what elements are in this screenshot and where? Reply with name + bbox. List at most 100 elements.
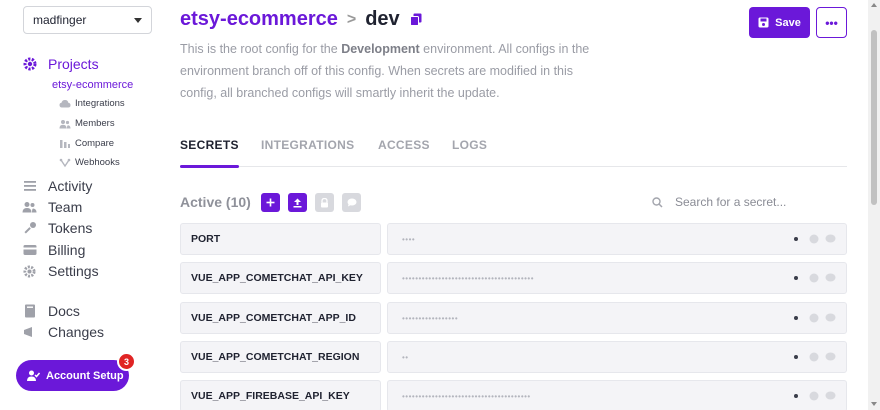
nav-item-docs[interactable]: Docs: [22, 303, 80, 319]
upload-secrets-button[interactable]: [288, 193, 307, 212]
nav-label: Team: [48, 199, 83, 215]
info-icon[interactable]: [809, 313, 819, 323]
nav-item-integrations[interactable]: Integrations: [59, 98, 125, 109]
comment-icon: [347, 198, 356, 207]
tab-access[interactable]: ACCESS: [378, 138, 430, 167]
secret-row: VUE_APP_FIREBASE_API_KEY •••••••••••••••…: [180, 380, 847, 410]
breadcrumb-separator: >: [346, 10, 357, 28]
status-dot: [794, 276, 798, 280]
users-icon: [59, 119, 71, 129]
lock-secrets-button[interactable]: [315, 193, 334, 212]
nav-item-webhooks[interactable]: Webhooks: [59, 157, 120, 168]
secret-value[interactable]: ••••: [387, 223, 847, 255]
info-icon[interactable]: [809, 352, 819, 362]
nav-label: Activity: [48, 178, 93, 194]
status-dot: [794, 316, 798, 320]
secret-key[interactable]: PORT: [180, 223, 381, 255]
lock-icon: [321, 197, 328, 207]
comment-icon[interactable]: [825, 313, 836, 323]
workspace-name: madfinger: [33, 13, 87, 27]
save-label: Save: [775, 16, 801, 29]
scroll-up-arrow-icon[interactable]: [871, 3, 877, 7]
secret-key[interactable]: VUE_APP_COMETCHAT_APP_ID: [180, 302, 381, 334]
workspace-select[interactable]: madfinger: [23, 6, 152, 34]
nav-label: Billing: [48, 242, 86, 258]
page-scrollbar[interactable]: [868, 0, 880, 410]
plus-icon: [266, 198, 275, 207]
tab-logs[interactable]: LOGS: [452, 138, 487, 167]
nav-item-billing[interactable]: Billing: [22, 242, 85, 258]
card-icon: [22, 243, 37, 258]
nav-item-members[interactable]: Members: [59, 118, 115, 129]
copy-icon[interactable]: [409, 13, 422, 26]
gear-icon: [22, 264, 37, 279]
nav-label: Projects: [48, 56, 99, 72]
nav-item-changes[interactable]: Changes: [22, 324, 104, 340]
nav-item-team[interactable]: Team: [22, 199, 82, 215]
cloud-icon: [59, 99, 71, 109]
sidebar: madfinger Projects etsy-ecommerce Integr…: [0, 0, 166, 410]
search-input[interactable]: Search for a secret...: [675, 195, 786, 209]
status-dot: [794, 394, 798, 398]
chevron-down-icon: [134, 17, 142, 23]
nav-item-projects[interactable]: Projects: [22, 56, 99, 72]
scroll-down-arrow-icon[interactable]: [871, 402, 877, 406]
tab-secrets[interactable]: SECRETS: [180, 138, 239, 168]
book-icon: [22, 304, 37, 319]
secret-key[interactable]: VUE_APP_FIREBASE_API_KEY: [180, 380, 381, 410]
comment-icon[interactable]: [825, 391, 836, 401]
description-text: This is the root config for the: [180, 42, 342, 56]
nav-label: Integrations: [75, 98, 125, 109]
more-options-button[interactable]: •••: [816, 7, 847, 38]
breadcrumb-project[interactable]: etsy-ecommerce: [180, 8, 338, 31]
key-icon: [22, 221, 37, 236]
secret-row: VUE_APP_COMETCHAT_REGION ••: [180, 341, 847, 373]
nav-label: Settings: [48, 263, 99, 279]
comment-icon[interactable]: [825, 234, 836, 244]
comment-icon[interactable]: [825, 352, 836, 362]
secret-value[interactable]: •••••••••••••••••: [387, 302, 847, 334]
secret-value[interactable]: •••••••••••••••••••••••••••••••••••••••: [387, 380, 847, 410]
nav-label: Webhooks: [75, 157, 120, 168]
comment-secrets-button[interactable]: [342, 193, 361, 212]
environment-name: Development: [341, 42, 420, 56]
notification-badge: 3: [117, 352, 136, 371]
secret-row: PORT ••••: [180, 223, 847, 255]
status-dot: [794, 355, 798, 359]
secret-value[interactable]: ••: [387, 341, 847, 373]
config-description: This is the root config for the Developm…: [180, 38, 600, 104]
nav-item-current-project[interactable]: etsy-ecommerce: [52, 79, 133, 91]
nav-item-settings[interactable]: Settings: [22, 263, 99, 279]
info-icon[interactable]: [809, 391, 819, 401]
secret-key[interactable]: VUE_APP_COMETCHAT_API_KEY: [180, 262, 381, 294]
scrollbar-thumb[interactable]: [871, 30, 877, 205]
nav-item-activity[interactable]: Activity: [22, 178, 92, 194]
gear-icon: [22, 57, 37, 72]
nav-label: Members: [75, 118, 115, 129]
save-button[interactable]: Save: [749, 7, 810, 38]
add-secret-button[interactable]: [261, 193, 280, 212]
breadcrumb-environment: dev: [365, 8, 400, 30]
breadcrumb: etsy-ecommerce > dev: [180, 8, 422, 31]
nav-item-tokens[interactable]: Tokens: [22, 220, 92, 236]
secret-row: VUE_APP_COMETCHAT_API_KEY ••••••••••••••…: [180, 262, 847, 294]
nav-label: Tokens: [48, 220, 93, 236]
comment-icon[interactable]: [825, 273, 836, 283]
account-setup-button[interactable]: Account Setup: [16, 360, 129, 391]
user-check-icon: [27, 370, 40, 381]
secret-value[interactable]: ••••••••••••••••••••••••••••••••••••••••: [387, 262, 847, 294]
secret-key[interactable]: VUE_APP_COMETCHAT_REGION: [180, 341, 381, 373]
info-icon[interactable]: [809, 273, 819, 283]
tab-bar: SECRETS INTEGRATIONS ACCESS LOGS: [180, 138, 847, 168]
secret-search[interactable]: Search for a secret...: [652, 195, 786, 209]
info-icon[interactable]: [809, 234, 819, 244]
nav-label: Compare: [75, 138, 115, 149]
nav-item-compare[interactable]: Compare: [59, 138, 114, 149]
webhook-icon: [59, 158, 71, 168]
compare-icon: [59, 139, 71, 149]
megaphone-icon: [22, 325, 37, 340]
save-icon: [758, 17, 769, 28]
list-icon: [22, 179, 37, 194]
tab-integrations[interactable]: INTEGRATIONS: [261, 138, 354, 167]
users-icon: [22, 200, 37, 215]
